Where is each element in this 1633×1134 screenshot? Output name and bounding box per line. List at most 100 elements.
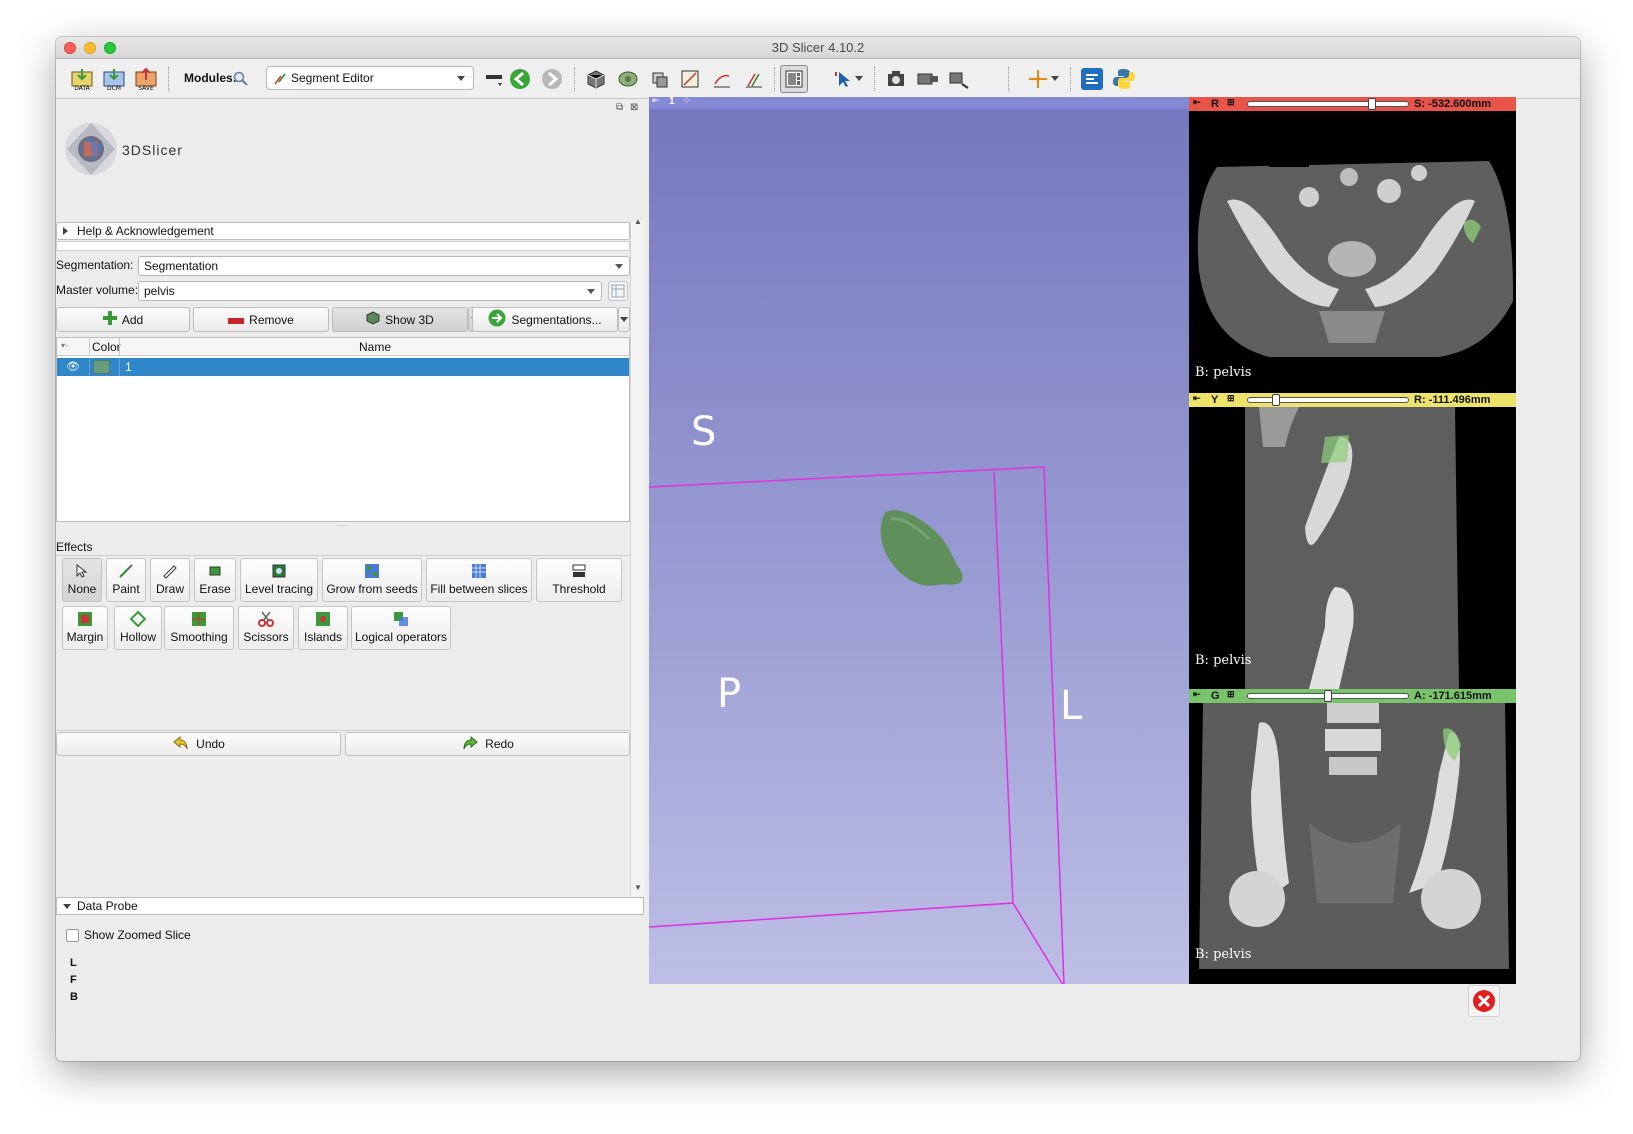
data-probe-section[interactable]: Data Probe — [56, 897, 644, 915]
yellow-slice-slider[interactable] — [1247, 394, 1409, 406]
link-icon[interactable]: ⊞ — [1227, 393, 1235, 404]
segment-color-swatch[interactable] — [93, 360, 110, 374]
scene-view-icon[interactable] — [946, 65, 974, 93]
module-panel: ⧉ ⊠ 3DSlicer Help & Acknowledgement Segm… — [56, 100, 670, 1021]
capture-icon[interactable] — [914, 65, 942, 93]
maximize-window-button[interactable] — [104, 42, 116, 54]
module-select[interactable]: Segment Editor — [266, 66, 474, 90]
close-window-button[interactable] — [64, 42, 76, 54]
search-icon[interactable] — [232, 65, 250, 93]
panel-undock-icon[interactable]: ⧉ — [616, 102, 623, 113]
yellow-slice-view[interactable]: B: pelvis — [1189, 407, 1516, 689]
effect-level-tracing-button[interactable]: Level tracing — [240, 558, 318, 602]
green-slice-offset: A: -171.615mm — [1414, 690, 1492, 702]
green-slice-controller[interactable]: ⇤ G ⊞ A: -171.615mm — [1189, 689, 1516, 703]
markups-icon[interactable] — [676, 65, 704, 93]
dcm-icon[interactable]: DCM — [100, 65, 128, 93]
back-icon[interactable] — [506, 65, 534, 93]
visibility-column-icon[interactable]: ▾◦ — [61, 341, 68, 350]
chevron-down-icon[interactable] — [852, 65, 866, 93]
table-row[interactable]: 👁 1 — [57, 358, 629, 376]
chevron-down-icon — [615, 264, 623, 273]
red-slice-slider[interactable] — [1247, 98, 1409, 110]
red-slice-view[interactable]: B: pelvis — [1189, 111, 1516, 393]
red-slice-letter: R — [1211, 98, 1219, 110]
module-scrollbar[interactable]: ▲ ▼ — [630, 217, 644, 896]
3d-view[interactable]: ⇤ 1 ⊹ S P L — [649, 97, 1189, 984]
effect-paint-button[interactable]: Paint — [106, 558, 146, 602]
chevron-up-icon[interactable]: ▲ — [634, 217, 642, 226]
link-icon[interactable]: ⊞ — [1227, 689, 1235, 700]
help-acknowledgement-section[interactable]: Help & Acknowledgement — [56, 222, 630, 240]
link-icon[interactable]: ⊞ — [1227, 97, 1235, 108]
green-slice-slider[interactable] — [1247, 690, 1409, 702]
chevron-down-icon — [457, 76, 465, 85]
probe-line-f: F — [70, 974, 77, 986]
effect-none-button[interactable]: None — [62, 558, 102, 602]
yellow-slice-slider-handle[interactable] — [1272, 394, 1280, 406]
pin-icon[interactable]: ⇤ — [1193, 689, 1201, 700]
segmentation-select[interactable]: Segmentation — [138, 256, 630, 276]
red-slice-controller[interactable]: ⇤ R ⊞ S: -532.600mm — [1189, 97, 1516, 111]
color-column-header[interactable]: Color — [92, 340, 121, 354]
red-slice-slider-handle[interactable] — [1368, 98, 1376, 110]
master-volume-label: Master volume: — [56, 283, 139, 297]
remove-segment-button[interactable]: Remove — [193, 307, 329, 332]
effect-margin-button[interactable]: Margin — [62, 606, 108, 650]
threshold-icon — [572, 564, 586, 577]
splitter-handle[interactable]: ...... — [337, 521, 349, 528]
redo-button[interactable]: Redo — [345, 732, 630, 756]
screenshot-icon[interactable] — [882, 65, 910, 93]
add-segment-button[interactable]: Add — [56, 307, 190, 332]
slice-icon[interactable] — [646, 65, 674, 93]
yellow-slice-controller[interactable]: ⇤ Y ⊞ R: -111.496mm — [1189, 393, 1516, 407]
panel-close-icon[interactable]: ⊠ — [630, 102, 638, 113]
minimize-window-button[interactable] — [84, 42, 96, 54]
eye-icon[interactable]: 👁 — [66, 360, 80, 373]
green-slice-view[interactable]: B: pelvis — [1189, 703, 1516, 984]
effect-scissors-button[interactable]: Scissors — [238, 606, 294, 650]
error-log-button[interactable] — [1468, 985, 1500, 1017]
effect-hollow-button[interactable]: Hollow — [114, 606, 162, 650]
save-icon[interactable]: SAVE — [132, 65, 160, 93]
effect-erase-button[interactable]: Erase — [194, 558, 236, 602]
effect-fill-between-slices-button[interactable]: Fill between slices — [426, 558, 532, 602]
green-slice-slider-handle[interactable] — [1324, 690, 1332, 702]
effect-grow-from-seeds-button[interactable]: Grow from seeds — [322, 558, 422, 602]
volume-icon[interactable] — [582, 65, 610, 93]
show-zoomed-slice-checkbox[interactable] — [66, 929, 79, 942]
pencil-icon — [163, 565, 177, 579]
hollow-icon — [130, 611, 146, 627]
segment-name[interactable]: 1 — [125, 360, 132, 374]
pin-icon[interactable]: ⇤ — [1193, 393, 1201, 404]
extension-icon[interactable] — [1078, 65, 1106, 93]
effect-draw-button[interactable]: Draw — [150, 558, 190, 602]
forward-icon[interactable] — [538, 65, 566, 93]
data-icon[interactable]: DATA — [68, 65, 96, 93]
name-column-header[interactable]: Name — [359, 340, 391, 354]
effect-logical-operators-button[interactable]: Logical operators — [351, 606, 451, 650]
model-icon[interactable] — [614, 65, 642, 93]
show-3d-button[interactable]: Show 3D — [332, 307, 468, 332]
effect-smoothing-button[interactable]: Smoothing — [164, 606, 234, 650]
effect-threshold-button[interactable]: Threshold — [536, 558, 622, 602]
chevron-down-icon[interactable]: ▼ — [634, 883, 642, 892]
slicer-logo — [60, 118, 122, 180]
chevron-right-icon — [63, 227, 72, 235]
segment-3d-model[interactable] — [877, 507, 977, 597]
editor-icon[interactable] — [740, 65, 768, 93]
python-icon[interactable] — [1110, 65, 1138, 93]
pin-icon[interactable]: ⇤ — [1193, 97, 1201, 108]
layout-compare-icon[interactable] — [780, 65, 808, 93]
undo-button[interactable]: Undo — [56, 732, 341, 756]
layout-icon[interactable] — [480, 65, 508, 93]
geometry-settings-button[interactable] — [608, 281, 628, 301]
segment-icon[interactable] — [708, 65, 736, 93]
master-volume-select[interactable]: pelvis — [138, 281, 602, 301]
segmentations-options-button[interactable] — [618, 307, 630, 332]
effect-islands-button[interactable]: Islands — [298, 606, 348, 650]
logical-operators-icon — [394, 612, 408, 626]
segments-table[interactable]: ▾◦ Color Name 👁 1 ...... — [56, 337, 630, 528]
chevron-down-icon[interactable] — [1048, 65, 1062, 93]
segmentations-button[interactable]: Segmentations... — [472, 307, 618, 332]
